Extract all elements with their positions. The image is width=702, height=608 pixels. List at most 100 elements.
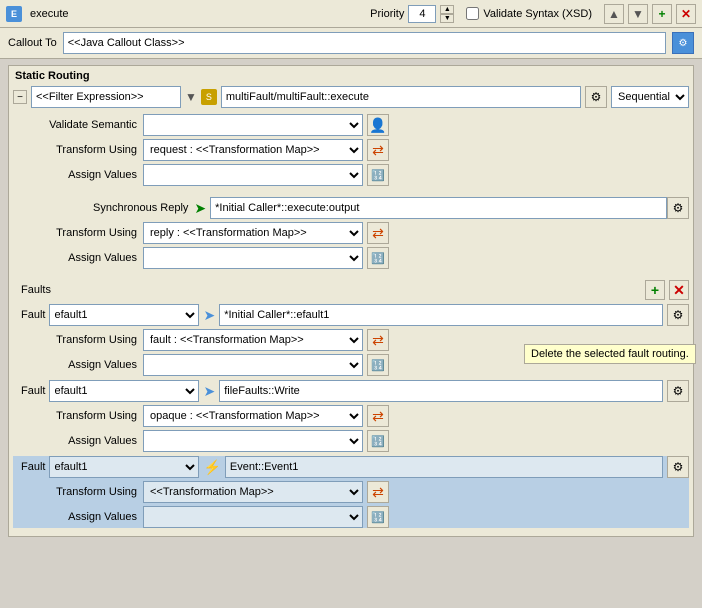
fault-assign-row-1: Assign Values 🔢 xyxy=(13,354,689,376)
filter-row: − ▼ S ⚙ Sequential xyxy=(13,86,689,108)
fault-transform-label-3: Transform Using xyxy=(23,486,143,498)
fault-gear-btn-2[interactable]: ⚙ xyxy=(667,380,689,402)
fault-assign-label-3: Assign Values xyxy=(23,511,143,523)
sync-transform-using-label: Transform Using xyxy=(23,227,143,239)
validate-semantic-select[interactable] xyxy=(143,114,363,136)
fault-row-3: Fault efault1 ⚡ ⚙ xyxy=(13,456,689,478)
fault-assign-select-2[interactable] xyxy=(143,430,363,452)
fault-assign-row-3: Assign Values 🔢 xyxy=(13,506,689,528)
faults-delete-button[interactable]: ✕ xyxy=(669,280,689,300)
add-button[interactable]: + xyxy=(652,4,672,24)
fault-block-1: Fault efault1 ➤ ⚙ Transform Using fault … xyxy=(13,304,689,376)
fault-assign-icon-3: 🔢 xyxy=(371,511,385,524)
sync-assign-values-label: Assign Values xyxy=(23,252,143,264)
fault-transform-icon-1: ⇄ xyxy=(372,332,384,349)
fault-gear-btn-1[interactable]: ⚙ xyxy=(667,304,689,326)
fault-event-icon-3: ⚡ xyxy=(203,459,220,476)
fault-assign-label-2: Assign Values xyxy=(23,435,143,447)
transform-using-row: Transform Using request : <<Transformati… xyxy=(13,139,689,161)
sync-transform-btn[interactable]: ⇄ xyxy=(367,222,389,244)
assign-icon: 🔢 xyxy=(371,169,385,182)
synchronous-reply-input[interactable] xyxy=(210,197,667,219)
window-title: execute xyxy=(30,8,69,20)
faults-label: Faults xyxy=(21,284,645,296)
service-path-input[interactable] xyxy=(221,86,581,108)
fault-label-1: Fault xyxy=(21,309,45,321)
priority-label: Priority xyxy=(370,8,404,20)
validate-syntax-checkbox-row: Validate Syntax (XSD) xyxy=(466,7,592,20)
priority-down-btn[interactable]: ▼ xyxy=(440,14,454,23)
sync-assign-btn[interactable]: 🔢 xyxy=(367,247,389,269)
validate-syntax-checkbox[interactable] xyxy=(466,7,479,20)
synchronous-reply-label: Synchronous Reply xyxy=(93,202,188,214)
validate-semantic-label: Validate Semantic xyxy=(23,119,143,131)
fault-transform-icon-2: ⇄ xyxy=(372,408,384,425)
fault-transform-select-3[interactable]: <<Transformation Map>> xyxy=(143,481,363,503)
filter-expression-input[interactable] xyxy=(31,86,181,108)
delete-button[interactable]: ✕ xyxy=(676,4,696,24)
fault-assign-select-1[interactable] xyxy=(143,354,363,376)
service-icon: S xyxy=(201,89,217,105)
sync-reply-gear-button[interactable]: ⚙ xyxy=(667,197,689,219)
assign-values-select[interactable] xyxy=(143,164,363,186)
fault-gear-btn-3[interactable]: ⚙ xyxy=(667,456,689,478)
toolbar-buttons: ▲ ▼ + ✕ xyxy=(604,4,696,24)
validate-semantic-btn[interactable]: 👤 xyxy=(367,114,389,136)
callout-input[interactable] xyxy=(63,32,666,54)
fault-transform-btn-2[interactable]: ⇄ xyxy=(367,405,389,427)
fault-transform-icon-3: ⇄ xyxy=(372,484,384,501)
fault-block-3: Fault efault1 ⚡ ⚙ Transform Using <<Tran… xyxy=(13,456,689,528)
fault-block-2: Fault efault1 ➤ ⚙ Transform Using opaque… xyxy=(13,380,689,452)
priority-section: Priority ▲ ▼ Validate Syntax (XSD) ▲ ▼ +… xyxy=(370,4,696,24)
fault-input-1[interactable] xyxy=(219,304,663,326)
fault-select-1[interactable]: efault1 xyxy=(49,304,199,326)
assign-values-btn[interactable]: 🔢 xyxy=(367,164,389,186)
service-gear-button[interactable]: ⚙ xyxy=(585,86,607,108)
fault-transform-btn-3[interactable]: ⇄ xyxy=(367,481,389,503)
fault-transform-select-1[interactable]: fault : <<Transformation Map>> xyxy=(143,329,363,351)
transform-using-btn[interactable]: ⇄ xyxy=(367,139,389,161)
fault-assign-btn-3[interactable]: 🔢 xyxy=(367,506,389,528)
collapse-button[interactable]: − xyxy=(13,90,27,104)
fault-row-1: Fault efault1 ➤ ⚙ xyxy=(13,304,689,326)
transform-using-select[interactable]: request : <<Transformation Map>> xyxy=(143,139,363,161)
callout-browse-button[interactable]: ⚙ xyxy=(672,32,694,54)
priority-up-btn[interactable]: ▲ xyxy=(440,5,454,14)
sync-assign-icon: 🔢 xyxy=(371,252,385,265)
fault-transform-label-2: Transform Using xyxy=(23,410,143,422)
sequential-select[interactable]: Sequential xyxy=(611,86,689,108)
fault-select-3[interactable]: efault1 xyxy=(49,456,199,478)
move-up-button[interactable]: ▲ xyxy=(604,4,624,24)
callout-row: Callout To ⚙ xyxy=(0,28,702,59)
validate-semantic-row: Validate Semantic 👤 xyxy=(13,114,689,136)
fault-assign-btn-2[interactable]: 🔢 xyxy=(367,430,389,452)
priority-input[interactable] xyxy=(408,5,436,23)
filter-icon: ▼ xyxy=(185,90,197,104)
app-icon: E xyxy=(6,6,22,22)
fault-assign-row-2: Assign Values 🔢 xyxy=(13,430,689,452)
person-icon: 👤 xyxy=(369,117,386,134)
fault-arrow-icon-2: ➤ xyxy=(203,383,215,400)
sync-reply-arrow-icon: ➤ xyxy=(194,200,206,217)
fault-select-2[interactable]: efault1 xyxy=(49,380,199,402)
sync-assign-values-select[interactable] xyxy=(143,247,363,269)
fault-input-3[interactable] xyxy=(225,456,663,478)
fault-assign-icon-1: 🔢 xyxy=(371,359,385,372)
fault-assign-btn-1[interactable]: 🔢 xyxy=(367,354,389,376)
fault-assign-select-3[interactable] xyxy=(143,506,363,528)
transform-icon: ⇄ xyxy=(372,142,384,159)
fault-row-2: Fault efault1 ➤ ⚙ xyxy=(13,380,689,402)
sync-transform-using-select[interactable]: reply : <<Transformation Map>> xyxy=(143,222,363,244)
fault-arrow-icon-1: ➤ xyxy=(203,307,215,324)
sync-assign-values-row: Assign Values 🔢 xyxy=(13,247,689,269)
assign-values-label: Assign Values xyxy=(23,169,143,181)
fault-assign-icon-2: 🔢 xyxy=(371,435,385,448)
main-content: Static Routing − ▼ S ⚙ Sequential Valida… xyxy=(0,59,702,607)
fault-transform-select-2[interactable]: opaque : <<Transformation Map>> xyxy=(143,405,363,427)
faults-add-button[interactable]: + xyxy=(645,280,665,300)
static-routing-group: Static Routing − ▼ S ⚙ Sequential Valida… xyxy=(8,65,694,537)
move-down-button[interactable]: ▼ xyxy=(628,4,648,24)
faults-header: Faults + ✕ xyxy=(13,280,689,300)
fault-input-2[interactable] xyxy=(219,380,663,402)
fault-transform-btn-1[interactable]: ⇄ xyxy=(367,329,389,351)
